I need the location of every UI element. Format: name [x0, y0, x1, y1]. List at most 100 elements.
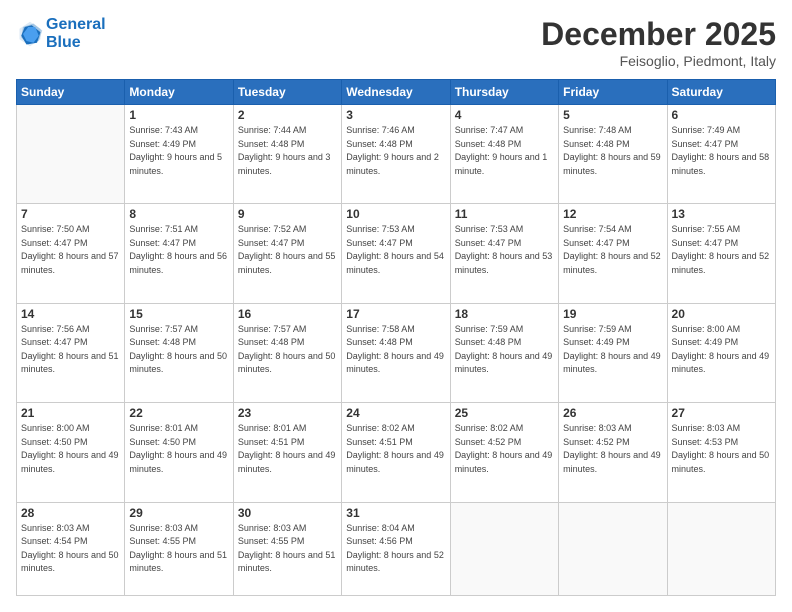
- day-info: Sunrise: 7:50 AMSunset: 4:47 PMDaylight:…: [21, 223, 120, 277]
- table-row: 24 Sunrise: 8:02 AMSunset: 4:51 PMDaylig…: [342, 403, 450, 502]
- day-number: 16: [238, 307, 337, 321]
- day-info: Sunrise: 7:54 AMSunset: 4:47 PMDaylight:…: [563, 223, 662, 277]
- day-number: 23: [238, 406, 337, 420]
- header: General Blue December 2025 Feisoglio, Pi…: [16, 16, 776, 69]
- page: General Blue December 2025 Feisoglio, Pi…: [0, 0, 792, 612]
- day-info: Sunrise: 8:01 AMSunset: 4:50 PMDaylight:…: [129, 422, 228, 476]
- day-info: Sunrise: 7:53 AMSunset: 4:47 PMDaylight:…: [455, 223, 554, 277]
- table-row: 12 Sunrise: 7:54 AMSunset: 4:47 PMDaylig…: [559, 204, 667, 303]
- day-info: Sunrise: 7:49 AMSunset: 4:47 PMDaylight:…: [672, 124, 771, 178]
- day-info: Sunrise: 8:02 AMSunset: 4:52 PMDaylight:…: [455, 422, 554, 476]
- table-row: 23 Sunrise: 8:01 AMSunset: 4:51 PMDaylig…: [233, 403, 341, 502]
- day-info: Sunrise: 7:48 AMSunset: 4:48 PMDaylight:…: [563, 124, 662, 178]
- day-number: 18: [455, 307, 554, 321]
- col-friday: Friday: [559, 80, 667, 105]
- day-info: Sunrise: 7:59 AMSunset: 4:49 PMDaylight:…: [563, 323, 662, 377]
- table-row: [17, 105, 125, 204]
- day-number: 27: [672, 406, 771, 420]
- day-info: Sunrise: 8:01 AMSunset: 4:51 PMDaylight:…: [238, 422, 337, 476]
- day-info: Sunrise: 7:58 AMSunset: 4:48 PMDaylight:…: [346, 323, 445, 377]
- day-number: 1: [129, 108, 228, 122]
- day-number: 9: [238, 207, 337, 221]
- day-info: Sunrise: 7:52 AMSunset: 4:47 PMDaylight:…: [238, 223, 337, 277]
- day-number: 31: [346, 506, 445, 520]
- table-row: 2 Sunrise: 7:44 AMSunset: 4:48 PMDayligh…: [233, 105, 341, 204]
- day-info: Sunrise: 8:03 AMSunset: 4:52 PMDaylight:…: [563, 422, 662, 476]
- day-info: Sunrise: 7:53 AMSunset: 4:47 PMDaylight:…: [346, 223, 445, 277]
- day-info: Sunrise: 8:03 AMSunset: 4:55 PMDaylight:…: [238, 522, 337, 576]
- table-row: 4 Sunrise: 7:47 AMSunset: 4:48 PMDayligh…: [450, 105, 558, 204]
- day-number: 29: [129, 506, 228, 520]
- table-row: 15 Sunrise: 7:57 AMSunset: 4:48 PMDaylig…: [125, 303, 233, 402]
- col-thursday: Thursday: [450, 80, 558, 105]
- day-info: Sunrise: 8:00 AMSunset: 4:50 PMDaylight:…: [21, 422, 120, 476]
- table-row: 7 Sunrise: 7:50 AMSunset: 4:47 PMDayligh…: [17, 204, 125, 303]
- table-row: 5 Sunrise: 7:48 AMSunset: 4:48 PMDayligh…: [559, 105, 667, 204]
- day-number: 30: [238, 506, 337, 520]
- day-number: 10: [346, 207, 445, 221]
- calendar-table: Sunday Monday Tuesday Wednesday Thursday…: [16, 79, 776, 596]
- day-number: 15: [129, 307, 228, 321]
- day-info: Sunrise: 7:55 AMSunset: 4:47 PMDaylight:…: [672, 223, 771, 277]
- table-row: 27 Sunrise: 8:03 AMSunset: 4:53 PMDaylig…: [667, 403, 775, 502]
- table-row: [667, 502, 775, 595]
- day-number: 7: [21, 207, 120, 221]
- table-row: 22 Sunrise: 8:01 AMSunset: 4:50 PMDaylig…: [125, 403, 233, 502]
- col-saturday: Saturday: [667, 80, 775, 105]
- table-row: 26 Sunrise: 8:03 AMSunset: 4:52 PMDaylig…: [559, 403, 667, 502]
- day-info: Sunrise: 7:47 AMSunset: 4:48 PMDaylight:…: [455, 124, 554, 178]
- day-number: 5: [563, 108, 662, 122]
- day-number: 8: [129, 207, 228, 221]
- table-row: 25 Sunrise: 8:02 AMSunset: 4:52 PMDaylig…: [450, 403, 558, 502]
- table-row: 18 Sunrise: 7:59 AMSunset: 4:48 PMDaylig…: [450, 303, 558, 402]
- table-row: 10 Sunrise: 7:53 AMSunset: 4:47 PMDaylig…: [342, 204, 450, 303]
- table-row: 14 Sunrise: 7:56 AMSunset: 4:47 PMDaylig…: [17, 303, 125, 402]
- logo-text: General Blue: [46, 16, 106, 51]
- table-row: 21 Sunrise: 8:00 AMSunset: 4:50 PMDaylig…: [17, 403, 125, 502]
- table-row: 8 Sunrise: 7:51 AMSunset: 4:47 PMDayligh…: [125, 204, 233, 303]
- day-number: 13: [672, 207, 771, 221]
- day-info: Sunrise: 8:03 AMSunset: 4:53 PMDaylight:…: [672, 422, 771, 476]
- table-row: [559, 502, 667, 595]
- day-number: 6: [672, 108, 771, 122]
- day-info: Sunrise: 7:43 AMSunset: 4:49 PMDaylight:…: [129, 124, 228, 178]
- title-block: December 2025 Feisoglio, Piedmont, Italy: [541, 16, 776, 69]
- day-number: 12: [563, 207, 662, 221]
- day-number: 3: [346, 108, 445, 122]
- day-number: 19: [563, 307, 662, 321]
- day-info: Sunrise: 7:46 AMSunset: 4:48 PMDaylight:…: [346, 124, 445, 178]
- table-row: [450, 502, 558, 595]
- day-info: Sunrise: 7:56 AMSunset: 4:47 PMDaylight:…: [21, 323, 120, 377]
- day-number: 24: [346, 406, 445, 420]
- day-info: Sunrise: 7:59 AMSunset: 4:48 PMDaylight:…: [455, 323, 554, 377]
- day-number: 17: [346, 307, 445, 321]
- table-row: 1 Sunrise: 7:43 AMSunset: 4:49 PMDayligh…: [125, 105, 233, 204]
- table-row: 6 Sunrise: 7:49 AMSunset: 4:47 PMDayligh…: [667, 105, 775, 204]
- day-info: Sunrise: 8:04 AMSunset: 4:56 PMDaylight:…: [346, 522, 445, 576]
- day-info: Sunrise: 8:03 AMSunset: 4:55 PMDaylight:…: [129, 522, 228, 576]
- logo-icon: [16, 20, 44, 48]
- table-row: 17 Sunrise: 7:58 AMSunset: 4:48 PMDaylig…: [342, 303, 450, 402]
- day-info: Sunrise: 7:44 AMSunset: 4:48 PMDaylight:…: [238, 124, 337, 178]
- day-number: 21: [21, 406, 120, 420]
- location: Feisoglio, Piedmont, Italy: [541, 53, 776, 69]
- col-tuesday: Tuesday: [233, 80, 341, 105]
- day-info: Sunrise: 7:57 AMSunset: 4:48 PMDaylight:…: [238, 323, 337, 377]
- day-info: Sunrise: 7:51 AMSunset: 4:47 PMDaylight:…: [129, 223, 228, 277]
- col-monday: Monday: [125, 80, 233, 105]
- day-number: 20: [672, 307, 771, 321]
- table-row: 9 Sunrise: 7:52 AMSunset: 4:47 PMDayligh…: [233, 204, 341, 303]
- day-number: 11: [455, 207, 554, 221]
- month-title: December 2025: [541, 16, 776, 53]
- table-row: 3 Sunrise: 7:46 AMSunset: 4:48 PMDayligh…: [342, 105, 450, 204]
- table-row: 16 Sunrise: 7:57 AMSunset: 4:48 PMDaylig…: [233, 303, 341, 402]
- table-row: 11 Sunrise: 7:53 AMSunset: 4:47 PMDaylig…: [450, 204, 558, 303]
- day-number: 28: [21, 506, 120, 520]
- calendar-header-row: Sunday Monday Tuesday Wednesday Thursday…: [17, 80, 776, 105]
- day-info: Sunrise: 8:02 AMSunset: 4:51 PMDaylight:…: [346, 422, 445, 476]
- table-row: 19 Sunrise: 7:59 AMSunset: 4:49 PMDaylig…: [559, 303, 667, 402]
- day-number: 4: [455, 108, 554, 122]
- col-sunday: Sunday: [17, 80, 125, 105]
- day-info: Sunrise: 8:00 AMSunset: 4:49 PMDaylight:…: [672, 323, 771, 377]
- table-row: 29 Sunrise: 8:03 AMSunset: 4:55 PMDaylig…: [125, 502, 233, 595]
